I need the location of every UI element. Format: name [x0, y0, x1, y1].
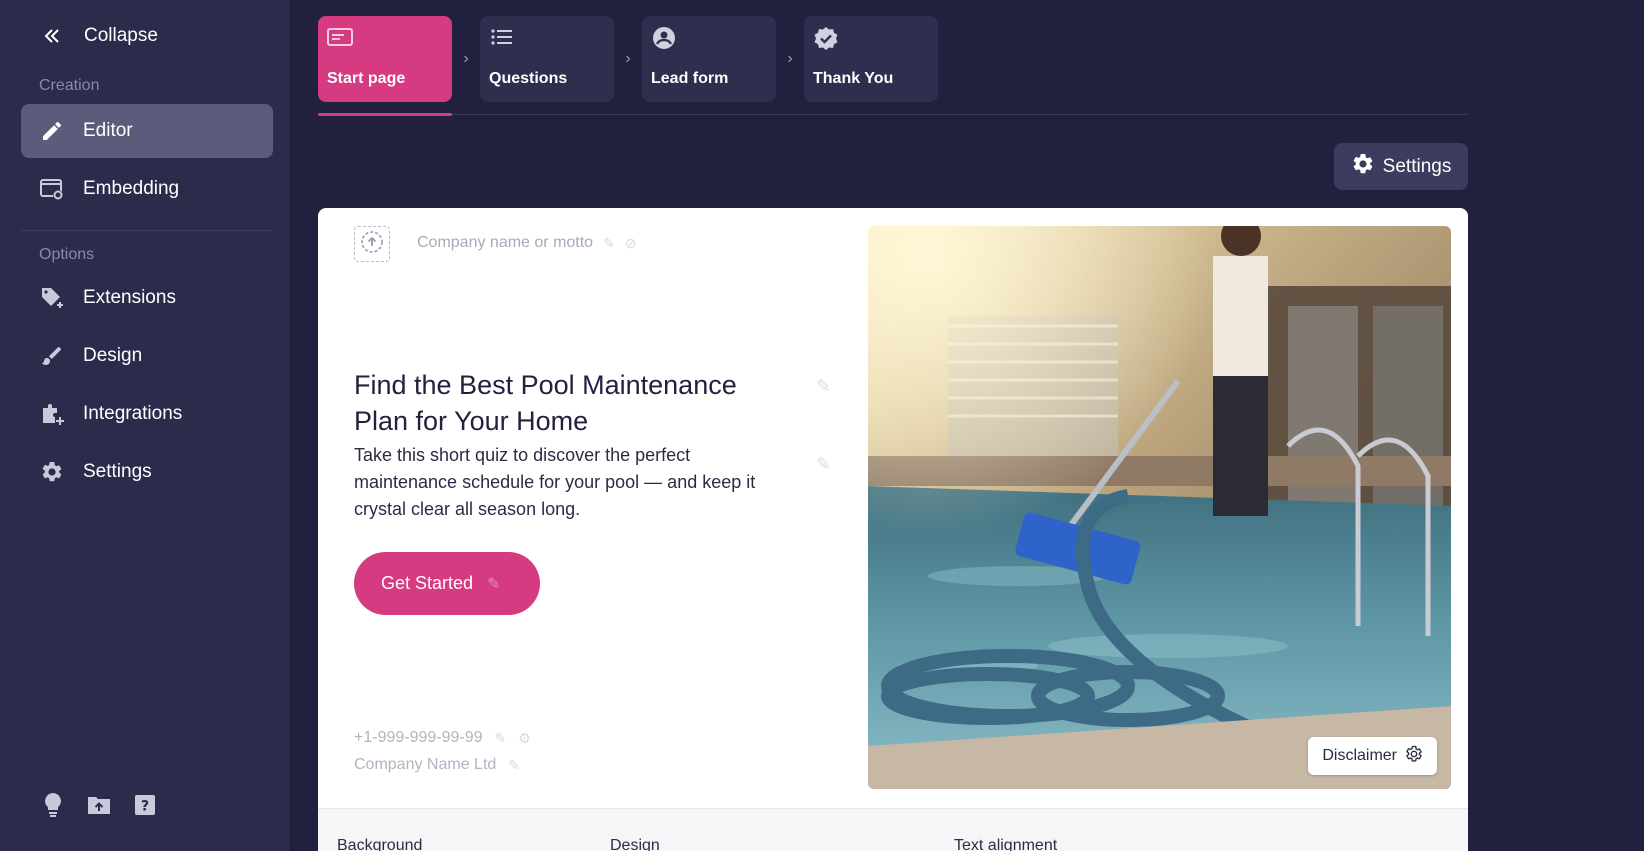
- gear-icon: [39, 459, 65, 485]
- page-subtext[interactable]: Take this short quiz to discover the per…: [354, 442, 784, 523]
- pencil-icon[interactable]: ✎: [495, 730, 507, 747]
- puzzle-plus-icon: [39, 401, 65, 427]
- gear-icon: [1351, 152, 1375, 182]
- settings-button[interactable]: Settings: [1334, 143, 1468, 190]
- gear-icon: [1405, 745, 1423, 768]
- svg-text:?: ?: [141, 799, 149, 815]
- tag-plus-icon: [39, 285, 65, 311]
- sidebar-item-extensions[interactable]: Extensions: [21, 271, 273, 325]
- tab-questions[interactable]: Questions: [480, 16, 614, 102]
- brush-icon: [39, 343, 65, 369]
- gear-icon[interactable]: ⚙: [518, 730, 531, 747]
- cta-label: Get Started: [381, 573, 474, 593]
- pencil-icon[interactable]: ✎: [508, 757, 520, 774]
- sidebar-item-label: Embedding: [83, 178, 180, 199]
- sidebar-item-design[interactable]: Design: [21, 329, 273, 383]
- page-headline[interactable]: Find the Best Pool Maintenance Plan for …: [354, 367, 794, 439]
- section-label-creation: Creation: [39, 77, 100, 94]
- double-chevron-left-icon: [40, 24, 64, 48]
- sidebar-item-integrations[interactable]: Integrations: [21, 387, 273, 441]
- text-alignment-label: Text alignment: [954, 837, 1058, 851]
- upload-icon: [360, 230, 384, 259]
- settings-label: Settings: [1382, 155, 1452, 177]
- sidebar-item-label: Integrations: [83, 403, 183, 424]
- company-motto-field[interactable]: Company name or motto ✎ ⊘: [417, 234, 637, 252]
- section-label-options: Options: [39, 246, 95, 263]
- collapse-label: Collapse: [84, 25, 158, 46]
- list-icon: [489, 26, 517, 52]
- background-label: Background: [337, 837, 423, 851]
- link-icon[interactable]: ⊘: [625, 235, 637, 252]
- company-name: Company Name Ltd: [354, 756, 497, 773]
- embed-gear-icon: [39, 176, 65, 202]
- verified-badge-icon: [813, 26, 841, 52]
- hero-image[interactable]: Disclaimer: [868, 226, 1451, 789]
- pencil-icon[interactable]: ✎: [603, 235, 615, 252]
- start-page-preview: Company name or motto ✎ ⊘ Find the Best …: [318, 208, 1468, 851]
- chevron-right-icon: ›: [463, 50, 469, 67]
- sidebar-item-label: Settings: [83, 461, 152, 482]
- motto-placeholder: Company name or motto: [417, 234, 594, 251]
- edit-headline-icon[interactable]: ✎: [816, 376, 831, 397]
- company-name-field[interactable]: Company Name Ltd ✎: [354, 756, 520, 774]
- pencil-icon: [39, 118, 65, 144]
- folder-upload-icon[interactable]: [86, 792, 112, 818]
- sidebar-item-editor[interactable]: Editor: [21, 104, 273, 158]
- tabs-divider: [318, 114, 1468, 115]
- get-started-button[interactable]: Get Started ✎: [354, 552, 540, 615]
- disclaimer-button[interactable]: Disclaimer: [1308, 737, 1437, 775]
- sidebar-divider: [21, 230, 273, 231]
- phone-field[interactable]: +1-999-999-99-99 ✎ ⚙: [354, 729, 531, 747]
- page-icon: [327, 26, 355, 52]
- tab-label: Lead form: [651, 70, 729, 87]
- sidebar-footer: ?: [40, 792, 158, 818]
- tab-label: Start page: [327, 70, 406, 87]
- sidebar-item-label: Extensions: [83, 287, 176, 308]
- step-tabs: Start page › Questions › Lead form › Tha…: [318, 16, 938, 102]
- help-icon[interactable]: ?: [132, 792, 158, 818]
- active-tab-indicator: [318, 113, 452, 116]
- sidebar: Collapse Creation Editor Embedding Optio…: [0, 0, 291, 851]
- tab-start-page[interactable]: Start page: [318, 16, 452, 102]
- tab-thank-you[interactable]: Thank You: [804, 16, 938, 102]
- lightbulb-icon[interactable]: [40, 792, 66, 818]
- edit-subtext-icon[interactable]: ✎: [816, 454, 831, 475]
- tab-lead-form[interactable]: Lead form: [642, 16, 776, 102]
- disclaimer-label: Disclaimer: [1322, 747, 1397, 764]
- user-circle-icon: [651, 26, 679, 52]
- tab-label: Thank You: [813, 70, 894, 87]
- phone-number: +1-999-999-99-99: [354, 729, 483, 746]
- pencil-icon[interactable]: ✎: [487, 574, 500, 594]
- logo-upload[interactable]: [354, 226, 390, 262]
- sidebar-item-settings[interactable]: Settings: [21, 445, 273, 499]
- design-label: Design: [610, 837, 660, 851]
- chevron-right-icon: ›: [625, 50, 631, 67]
- sidebar-item-label: Design: [83, 345, 143, 366]
- sidebar-item-label: Editor: [83, 120, 133, 141]
- collapse-button[interactable]: Collapse: [40, 24, 158, 48]
- tab-label: Questions: [489, 70, 568, 87]
- sidebar-item-embedding[interactable]: Embedding: [21, 162, 273, 216]
- page-options-bar: Background Design Text alignment: [318, 808, 1468, 851]
- chevron-right-icon: ›: [787, 50, 793, 67]
